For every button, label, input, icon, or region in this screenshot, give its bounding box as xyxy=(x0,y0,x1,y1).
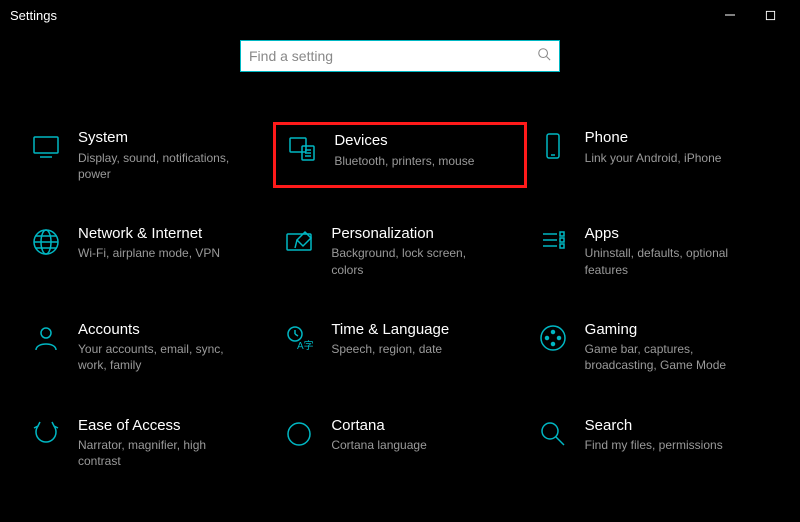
tile-subtitle: Narrator, magnifier, high contrast xyxy=(78,437,248,469)
network-icon xyxy=(28,224,64,260)
ease-icon xyxy=(28,416,64,452)
search-box[interactable] xyxy=(240,40,560,72)
tile-apps[interactable]: AppsUninstall, defaults, optional featur… xyxy=(527,218,780,284)
tile-subtitle: Bluetooth, printers, mouse xyxy=(334,153,474,169)
tile-title: Accounts xyxy=(78,320,248,340)
tile-subtitle: Find my files, permissions xyxy=(585,437,723,453)
tile-time[interactable]: A字 Time & LanguageSpeech, region, date xyxy=(273,314,526,380)
tile-title: Network & Internet xyxy=(78,224,220,244)
tile-title: Search xyxy=(585,416,723,436)
cortana-icon xyxy=(281,416,317,452)
tile-subtitle: Wi-Fi, airplane mode, VPN xyxy=(78,245,220,261)
search-icon xyxy=(535,416,571,452)
tile-title: Gaming xyxy=(585,320,755,340)
personalization-icon xyxy=(281,224,317,260)
tile-title: Apps xyxy=(585,224,755,244)
titlebar: Settings xyxy=(0,0,800,30)
tile-subtitle: Your accounts, email, sync, work, family xyxy=(78,341,248,373)
tile-ease[interactable]: Ease of AccessNarrator, magnifier, high … xyxy=(20,410,273,476)
tile-subtitle: Background, lock screen, colors xyxy=(331,245,501,277)
phone-icon xyxy=(535,128,571,164)
time-icon: A字 xyxy=(281,320,317,356)
tile-subtitle: Display, sound, notifications, power xyxy=(78,150,248,182)
settings-grid: SystemDisplay, sound, notifications, pow… xyxy=(0,72,800,476)
tile-title: Cortana xyxy=(331,416,426,436)
system-icon xyxy=(28,128,64,164)
tile-network[interactable]: Network & InternetWi-Fi, airplane mode, … xyxy=(20,218,273,284)
tile-title: Devices xyxy=(334,131,474,151)
tile-system[interactable]: SystemDisplay, sound, notifications, pow… xyxy=(20,122,273,188)
tile-search[interactable]: SearchFind my files, permissions xyxy=(527,410,780,476)
window-title: Settings xyxy=(10,8,57,23)
search-icon xyxy=(537,47,551,66)
tile-title: System xyxy=(78,128,248,148)
tile-title: Personalization xyxy=(331,224,501,244)
tile-subtitle: Uninstall, defaults, optional features xyxy=(585,245,755,277)
tile-cortana[interactable]: CortanaCortana language xyxy=(273,410,526,476)
tile-personalization[interactable]: PersonalizationBackground, lock screen, … xyxy=(273,218,526,284)
devices-icon xyxy=(284,131,320,167)
tile-subtitle: Link your Android, iPhone xyxy=(585,150,722,166)
tile-title: Time & Language xyxy=(331,320,449,340)
svg-text:A字: A字 xyxy=(297,339,314,352)
maximize-button[interactable] xyxy=(750,0,790,30)
tile-gaming[interactable]: GamingGame bar, captures, broadcasting, … xyxy=(527,314,780,380)
tile-devices[interactable]: Devices Bluetooth, printers, mouse xyxy=(273,122,526,188)
tile-subtitle: Cortana language xyxy=(331,437,426,453)
tile-phone[interactable]: Phone Link your Android, iPhone xyxy=(527,122,780,188)
search-input[interactable] xyxy=(249,48,537,64)
minimize-button[interactable] xyxy=(710,0,750,30)
tile-title: Phone xyxy=(585,128,722,148)
gaming-icon xyxy=(535,320,571,356)
tile-subtitle: Game bar, captures, broadcasting, Game M… xyxy=(585,341,755,373)
accounts-icon xyxy=(28,320,64,356)
tile-title: Ease of Access xyxy=(78,416,248,436)
apps-icon xyxy=(535,224,571,260)
tile-subtitle: Speech, region, date xyxy=(331,341,449,357)
tile-accounts[interactable]: AccountsYour accounts, email, sync, work… xyxy=(20,314,273,380)
